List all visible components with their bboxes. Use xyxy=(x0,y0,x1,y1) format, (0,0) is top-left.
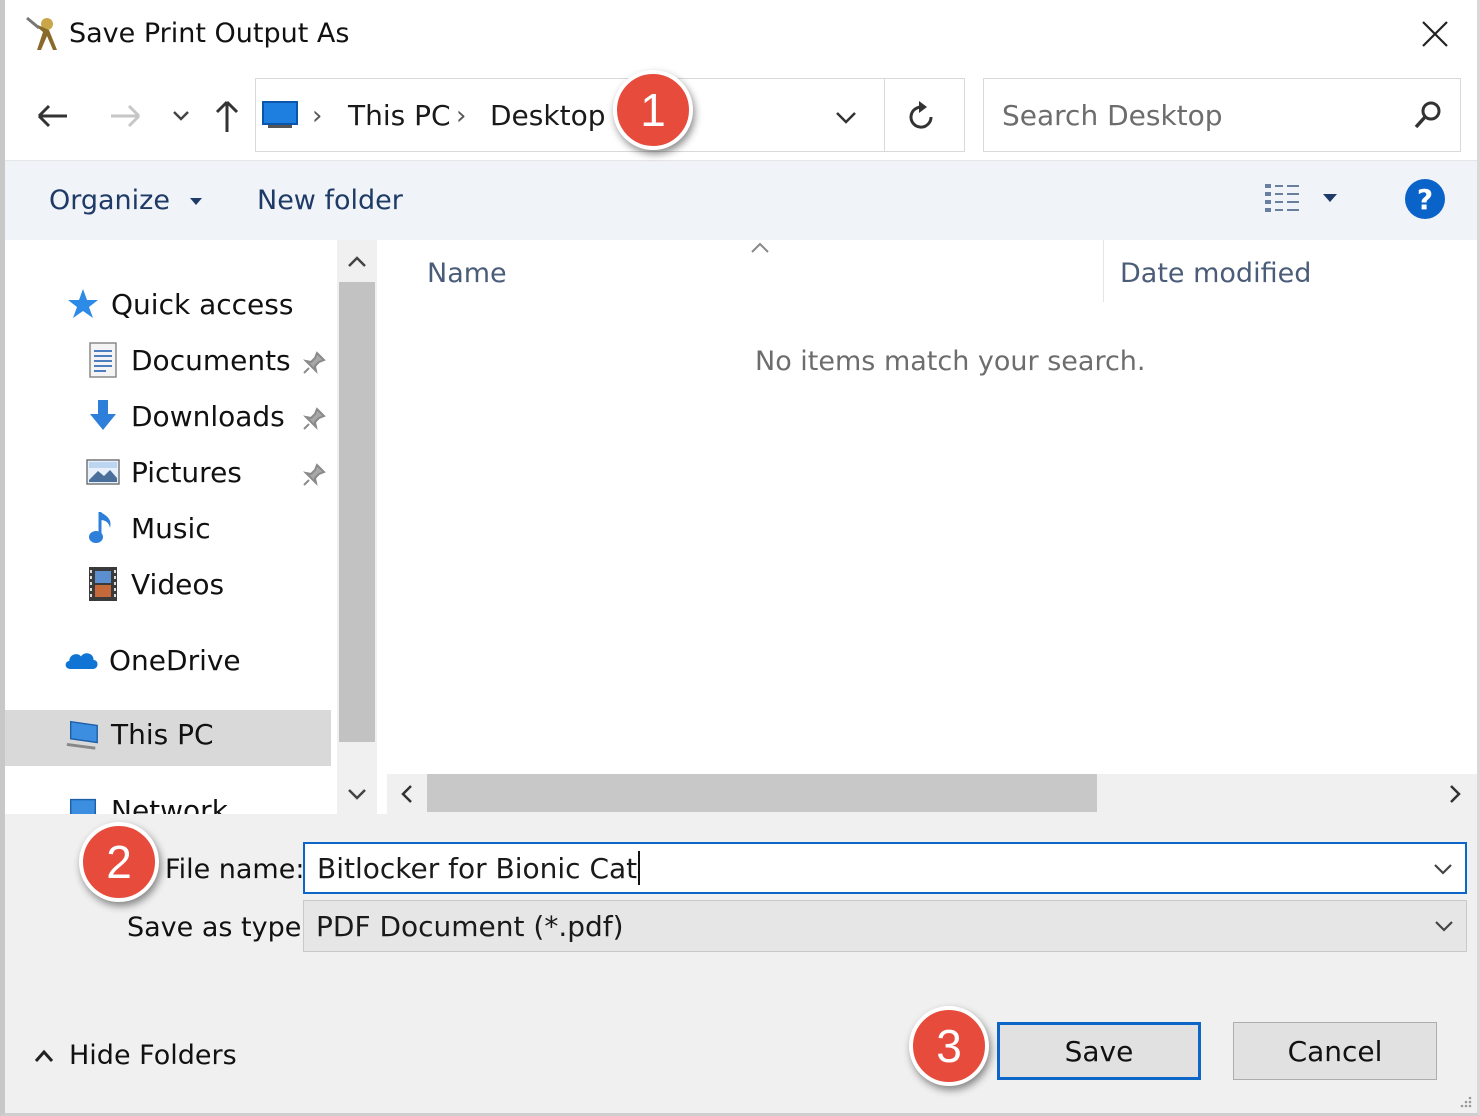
divider xyxy=(884,79,885,151)
nav-vertical-scrollbar[interactable] xyxy=(337,240,377,814)
save-form-area: File name: Bitlocker for Bionic Cat Save… xyxy=(5,814,1477,1113)
desktop-icon xyxy=(262,101,298,128)
callout-badge-3: 3 xyxy=(909,1006,989,1086)
forward-button[interactable] xyxy=(105,96,145,136)
resize-grip-icon[interactable] xyxy=(1457,1093,1473,1109)
breadcrumb-desktop[interactable]: Desktop xyxy=(490,99,605,132)
search-icon xyxy=(1414,101,1441,129)
scroll-down-icon[interactable] xyxy=(343,780,371,808)
nav-label: Documents xyxy=(131,343,291,377)
file-name-field[interactable]: Bitlocker for Bionic Cat xyxy=(303,842,1467,894)
breadcrumb-this-pc[interactable]: This PC xyxy=(348,99,451,132)
empty-message: No items match your search. xyxy=(755,346,1146,377)
nav-label: Quick access xyxy=(111,287,294,321)
save-button[interactable]: Save xyxy=(997,1022,1201,1080)
nav-item-videos[interactable]: Videos xyxy=(85,566,224,602)
downloads-icon xyxy=(85,398,121,434)
pin-icon xyxy=(302,407,326,431)
nav-item-pictures[interactable]: Pictures xyxy=(85,454,242,490)
address-bar[interactable]: › This PC › Desktop xyxy=(255,78,965,152)
text-cursor xyxy=(638,851,641,885)
new-folder-button[interactable]: New folder xyxy=(257,185,403,216)
save-as-type-select[interactable]: PDF Document (*.pdf) xyxy=(303,900,1467,952)
organize-button[interactable]: Organize xyxy=(49,185,203,216)
nav-network[interactable]: Network xyxy=(65,792,228,814)
scroll-right-icon[interactable] xyxy=(1441,780,1469,808)
nav-item-music[interactable]: Music xyxy=(85,510,211,546)
nav-label: Pictures xyxy=(131,455,242,489)
star-icon xyxy=(65,286,101,322)
file-name-value: Bitlocker for Bionic Cat xyxy=(317,851,638,885)
search-box[interactable]: Search Desktop xyxy=(983,78,1461,152)
breadcrumb-separator: › xyxy=(312,101,323,131)
column-header-date-modified[interactable]: Date modified xyxy=(1120,258,1311,289)
sort-ascending-icon xyxy=(751,242,769,253)
organize-label: Organize xyxy=(49,185,170,216)
refresh-icon[interactable] xyxy=(901,97,941,137)
navigation-pane: Quick access Documents Downloads Picture… xyxy=(5,240,337,814)
nav-label: Music xyxy=(131,511,211,545)
caret-down-icon xyxy=(189,197,202,205)
window-title: Save Print Output As xyxy=(69,18,350,49)
file-list: Name Date modified No items match your s… xyxy=(377,240,1477,774)
save-as-type-value: PDF Document (*.pdf) xyxy=(316,909,624,943)
view-dropdown-icon[interactable] xyxy=(1321,191,1339,205)
nav-item-documents[interactable]: Documents xyxy=(85,342,291,378)
title-bar: Save Print Output As xyxy=(5,0,1477,72)
this-pc-icon xyxy=(65,716,101,752)
up-arrow-icon xyxy=(215,100,239,132)
nav-this-pc[interactable]: This PC xyxy=(65,716,214,752)
pin-icon xyxy=(302,351,326,375)
forward-arrow-icon xyxy=(111,104,141,128)
music-icon xyxy=(85,510,121,546)
view-options-icon[interactable] xyxy=(1263,181,1303,217)
column-divider[interactable] xyxy=(1103,240,1104,302)
pictures-icon xyxy=(85,454,121,490)
help-icon[interactable]: ? xyxy=(1405,179,1445,219)
save-dialog: Save Print Output As › This PC › Desktop xyxy=(0,0,1480,1116)
column-header-name[interactable]: Name xyxy=(427,258,507,289)
documents-icon xyxy=(85,342,121,378)
scrollbar-thumb[interactable] xyxy=(427,774,1097,812)
address-dropdown-icon[interactable] xyxy=(831,103,861,133)
nav-label: Downloads xyxy=(131,399,285,433)
nav-label: This PC xyxy=(111,717,214,751)
nav-onedrive[interactable]: OneDrive xyxy=(63,642,241,678)
hide-folders-button[interactable]: Hide Folders xyxy=(33,1040,237,1071)
up-button[interactable] xyxy=(207,96,247,136)
save-as-type-label: Save as type: xyxy=(127,912,311,943)
command-bar: Organize New folder ? xyxy=(5,160,1477,240)
scroll-up-icon[interactable] xyxy=(343,248,371,276)
network-icon xyxy=(65,792,101,814)
onedrive-icon xyxy=(63,642,99,678)
videos-icon xyxy=(85,566,121,602)
nav-label: OneDrive xyxy=(109,643,241,677)
breadcrumb-separator: › xyxy=(456,101,467,131)
pin-icon xyxy=(302,463,326,487)
nav-item-downloads[interactable]: Downloads xyxy=(85,398,285,434)
recent-locations-button[interactable] xyxy=(161,96,201,136)
scrollbar-thumb[interactable] xyxy=(339,282,375,742)
back-arrow-icon xyxy=(37,104,67,128)
nav-label: Videos xyxy=(131,567,225,601)
callout-badge-1: 1 xyxy=(613,70,693,150)
chevron-down-icon[interactable] xyxy=(1432,915,1456,937)
app-icon xyxy=(26,16,57,50)
chevron-up-icon xyxy=(34,1049,54,1062)
file-list-horizontal-scrollbar[interactable] xyxy=(387,774,1477,814)
chevron-down-icon[interactable] xyxy=(1431,858,1455,880)
cancel-button[interactable]: Cancel xyxy=(1233,1022,1437,1080)
hide-folders-label: Hide Folders xyxy=(69,1040,237,1071)
nav-label: Network xyxy=(111,793,228,815)
scroll-left-icon[interactable] xyxy=(393,780,421,808)
back-button[interactable] xyxy=(33,96,73,136)
callout-badge-2: 2 xyxy=(79,822,159,902)
search-input[interactable]: Search Desktop xyxy=(1002,99,1223,132)
file-name-label: File name: xyxy=(165,854,305,885)
chevron-down-icon xyxy=(173,111,189,121)
nav-quick-access[interactable]: Quick access xyxy=(65,286,293,322)
close-icon[interactable] xyxy=(1415,14,1455,54)
